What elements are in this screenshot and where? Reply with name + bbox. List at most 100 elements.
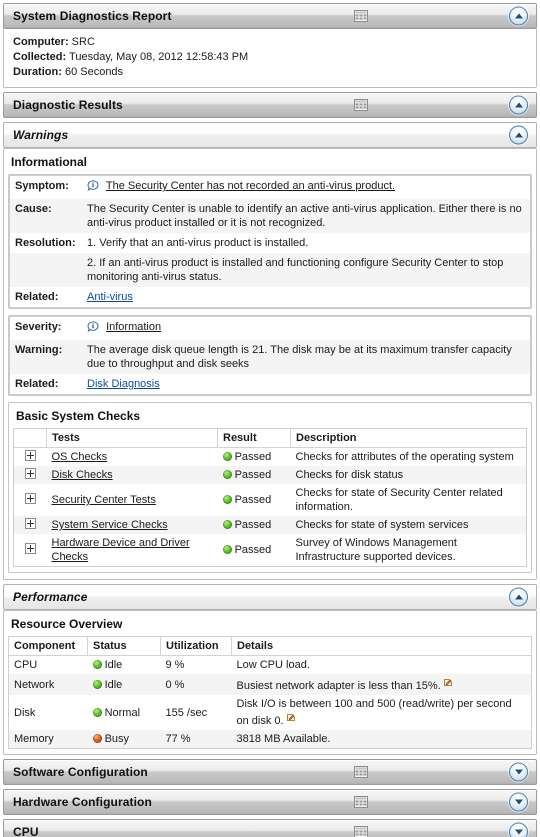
table-row: Security Center Tests Passed Checks for … — [14, 484, 526, 516]
row-expander-cell[interactable] — [14, 466, 47, 484]
informational-item: Severity: Information Warning: The avera… — [8, 315, 532, 396]
result-cell: Passed — [218, 466, 291, 484]
test-link[interactable]: OS Checks — [52, 451, 108, 463]
component-cell: Disk — [9, 695, 88, 730]
result-cell: Passed — [218, 516, 291, 534]
symptom-label: Symptom: — [10, 176, 83, 200]
utilization-cell: 0 % — [161, 674, 232, 695]
table-row: Disk Checks Passed Checks for disk statu… — [14, 466, 526, 484]
warning-value: The average disk queue length is 21. The… — [82, 340, 531, 374]
performance-title: Performance — [4, 590, 87, 604]
collapse-toggle-system-diagnostics-report[interactable] — [509, 7, 528, 26]
table-row: Disk Normal 155 /sec Disk I/O is between… — [9, 695, 531, 730]
result-text: Passed — [235, 469, 272, 481]
software-configuration-title: Software Configuration — [4, 765, 148, 779]
details-text: Busiest network adapter is less than 15%… — [237, 680, 441, 692]
row-expander-cell[interactable] — [14, 484, 47, 516]
system-diagnostics-report-header[interactable]: System Diagnostics Report — [3, 3, 537, 29]
expand-icon[interactable] — [25, 518, 36, 529]
resource-overview-panel: Resource Overview Component Status Utili… — [3, 610, 537, 755]
resource-overview-title: Resource Overview — [4, 611, 536, 636]
details-text: Disk I/O is between 100 and 500 (read/wr… — [237, 698, 512, 727]
expand-toggle-cpu[interactable] — [509, 823, 528, 837]
performance-header[interactable]: Performance — [3, 584, 537, 610]
status-dot-green — [93, 680, 102, 689]
status-dot-red — [93, 734, 102, 743]
expand-icon[interactable] — [25, 543, 36, 554]
collapse-toggle-diagnostic-results[interactable] — [509, 96, 528, 115]
severity-link[interactable]: Information — [106, 321, 161, 333]
component-cell: Network — [9, 674, 88, 695]
table-header-row: Tests Result Description — [14, 429, 526, 448]
hardware-configuration-title: Hardware Configuration — [4, 795, 152, 809]
collapse-toggle-warnings[interactable] — [509, 126, 528, 145]
test-name-cell: System Service Checks — [47, 516, 218, 534]
informational-item: Symptom: The Security Center has not rec… — [8, 174, 532, 309]
status-dot-green — [93, 708, 102, 717]
resolution-step-2: 2. If an anti-virus product is installed… — [82, 253, 531, 287]
details-text: Low CPU load. — [237, 659, 310, 671]
warning-row: Warning: The average disk queue length i… — [10, 340, 531, 374]
grid-icon — [354, 766, 368, 778]
status-dot-green — [93, 660, 102, 669]
test-name-cell: Disk Checks — [47, 466, 218, 484]
expand-icon[interactable] — [25, 493, 36, 504]
diagnostic-results-title: Diagnostic Results — [4, 98, 123, 112]
report-info-row: Computer: SRC — [13, 35, 527, 50]
test-link[interactable]: System Service Checks — [52, 519, 168, 531]
grid-icon — [354, 796, 368, 808]
test-link[interactable]: Security Center Tests — [52, 494, 156, 506]
severity-row: Severity: Information — [10, 317, 531, 341]
column-header-component: Component — [9, 637, 88, 656]
related-link[interactable]: Disk Diagnosis — [87, 378, 160, 390]
warnings-header[interactable]: Warnings — [3, 122, 537, 148]
cpu-header[interactable]: CPU — [3, 819, 537, 837]
software-configuration-header[interactable]: Software Configuration — [3, 759, 537, 785]
diagnostic-results-header[interactable]: Diagnostic Results — [3, 92, 537, 118]
table-row: CPU Idle 9 % Low CPU load. — [9, 656, 531, 675]
cpu-title: CPU — [4, 825, 39, 837]
status-dot-green — [223, 495, 232, 504]
test-link[interactable]: Hardware Device and Driver Checks — [52, 537, 190, 563]
symptom-row: Symptom: The Security Center has not rec… — [10, 176, 531, 200]
grid-icon — [354, 826, 368, 837]
report-info-row: Collected: Tuesday, May 08, 2012 12:58:4… — [13, 50, 527, 65]
component-cell: CPU — [9, 656, 88, 675]
description-cell: Checks for state of Security Center rela… — [291, 484, 527, 516]
section-system-diagnostics-report: System Diagnostics Report Computer: SRC … — [3, 3, 537, 88]
utilization-cell: 9 % — [161, 656, 232, 675]
row-expander-cell[interactable] — [14, 534, 47, 566]
note-icon[interactable] — [287, 711, 295, 719]
duration-value: 60 Seconds — [65, 66, 123, 78]
result-cell: Passed — [218, 448, 291, 467]
row-expander-cell[interactable] — [14, 516, 47, 534]
related-link[interactable]: Anti-virus — [87, 291, 133, 303]
status-text: Idle — [105, 679, 123, 691]
status-text: Normal — [105, 707, 140, 719]
expand-icon[interactable] — [25, 468, 36, 479]
test-name-cell: Hardware Device and Driver Checks — [47, 534, 218, 566]
symptom-value: The Security Center has not recorded an … — [82, 176, 531, 200]
expand-toggle-software-configuration[interactable] — [509, 763, 528, 782]
status-cell: Idle — [88, 656, 161, 675]
expand-toggle-hardware-configuration[interactable] — [509, 793, 528, 812]
column-header-status: Status — [88, 637, 161, 656]
details-cell: Low CPU load. — [232, 656, 532, 675]
row-expander-cell[interactable] — [14, 448, 47, 467]
expand-icon[interactable] — [25, 450, 36, 461]
related-row: Related: Disk Diagnosis — [10, 374, 531, 395]
status-dot-green — [223, 470, 232, 479]
column-header-utilization: Utilization — [161, 637, 232, 656]
grid-icon — [354, 99, 368, 111]
test-link[interactable]: Disk Checks — [52, 469, 113, 481]
symptom-link[interactable]: The Security Center has not recorded an … — [106, 180, 395, 192]
test-name-cell: OS Checks — [47, 448, 218, 467]
column-header-description: Description — [291, 429, 527, 448]
note-icon[interactable] — [444, 676, 452, 684]
hardware-configuration-header[interactable]: Hardware Configuration — [3, 789, 537, 815]
description-cell: Checks for attributes of the operating s… — [291, 448, 527, 467]
details-cell: Disk I/O is between 100 and 500 (read/wr… — [232, 695, 532, 730]
basic-system-checks-title: Basic System Checks — [9, 403, 531, 428]
collapse-toggle-performance[interactable] — [509, 588, 528, 607]
collected-label: Collected: — [13, 51, 66, 63]
